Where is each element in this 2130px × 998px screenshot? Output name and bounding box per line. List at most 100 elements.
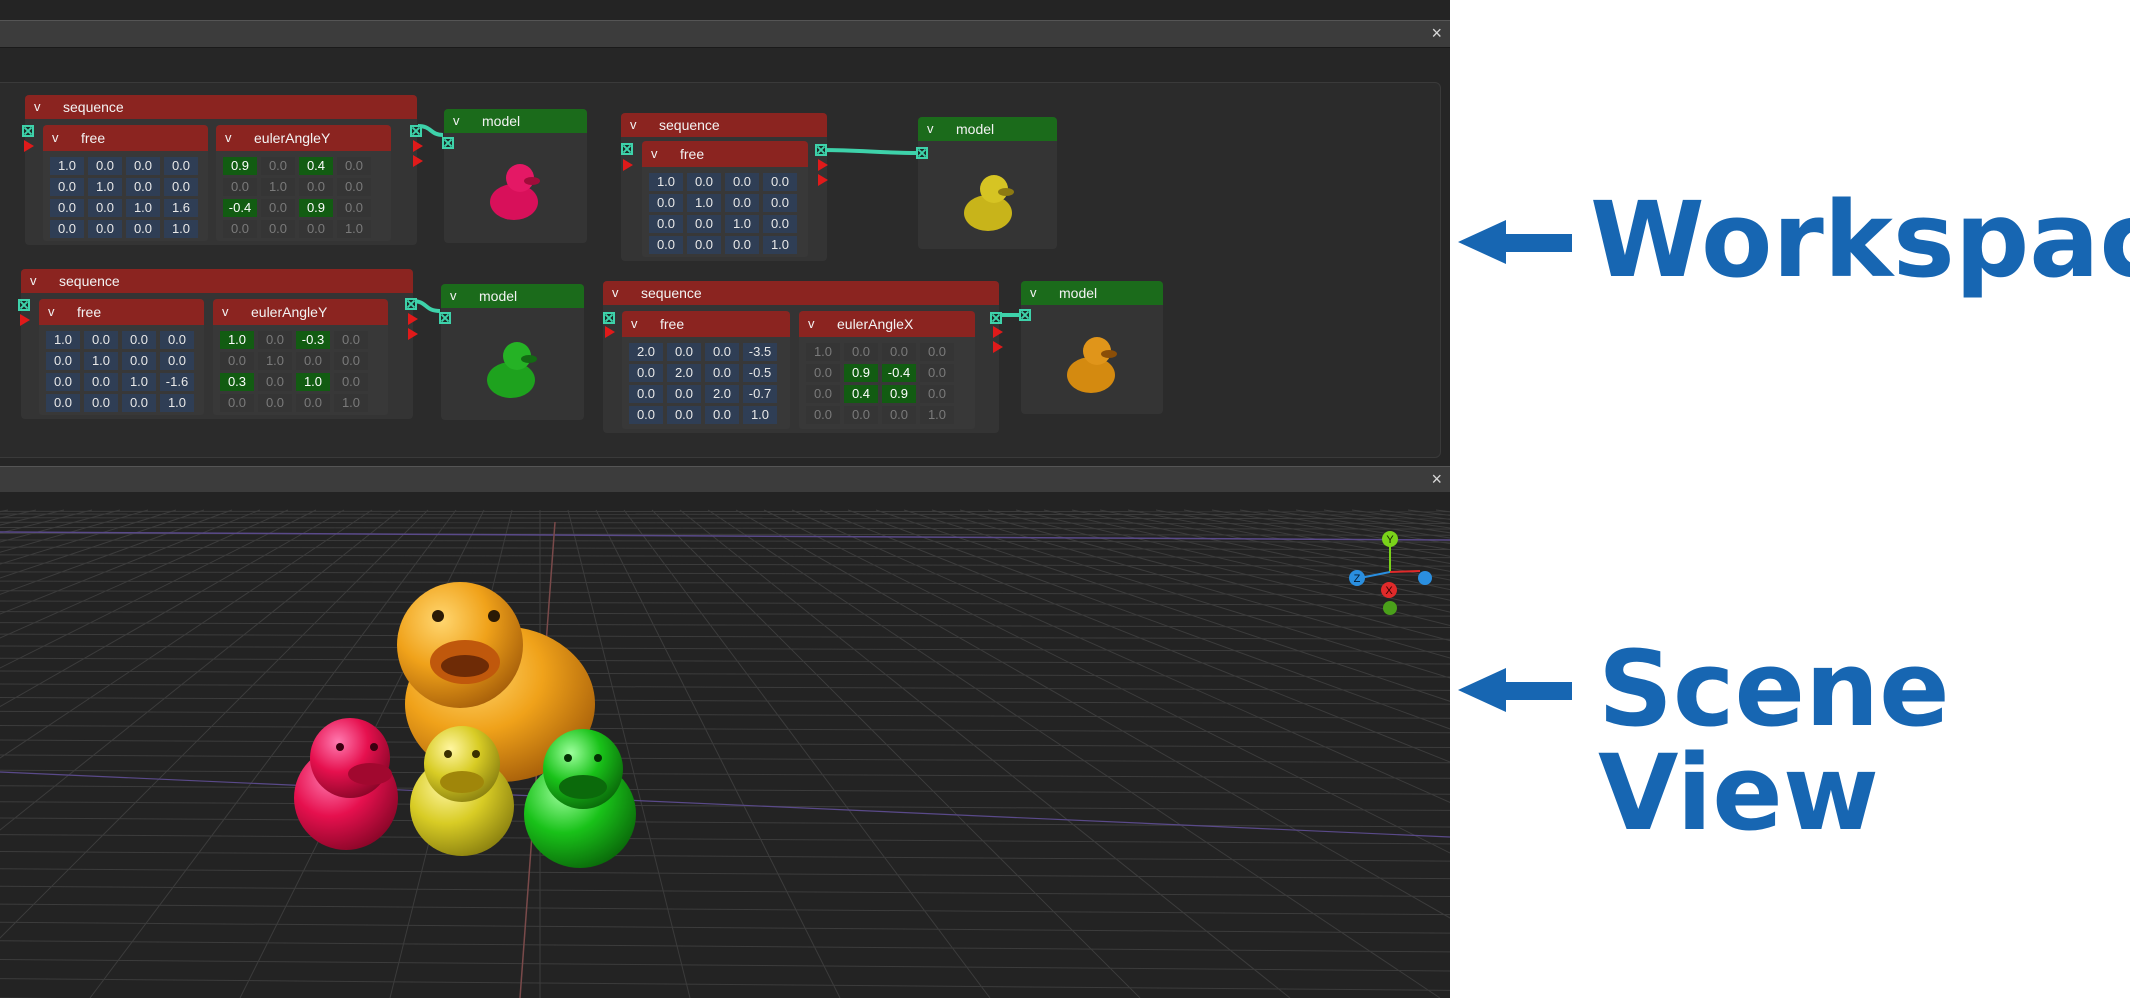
input-pin[interactable] (603, 312, 615, 324)
input-pin-arrow[interactable] (605, 326, 615, 338)
matrix-cell-1-3[interactable]: 0.0 (920, 364, 954, 382)
free-node-3-header[interactable]: v free (39, 299, 204, 325)
model-node-1[interactable]: v model (442, 109, 587, 243)
matrix-cell-3-2[interactable]: 0.0 (705, 406, 739, 424)
matrix-cell-0-3[interactable]: 0.0 (164, 157, 198, 175)
input-pin[interactable] (1019, 309, 1031, 321)
matrix-cell-2-1[interactable]: 0.4 (844, 385, 878, 403)
free-node-2[interactable]: v free 1.0 0.0 0.0 0.0 0.0 1.0 0.0 0.0 0.0 0.0 1.0 0… (642, 141, 808, 257)
collapse-toggle[interactable]: v (225, 125, 232, 151)
matrix-cell-0-1[interactable]: 0.0 (88, 157, 122, 175)
matrix-cell-1-0[interactable]: 0.0 (649, 194, 683, 212)
matrix-cell-2-3[interactable]: 0.0 (920, 385, 954, 403)
model-node-3-header[interactable]: v model (441, 284, 584, 308)
matrix-cell-3-1[interactable]: 0.0 (844, 406, 878, 424)
collapse-toggle[interactable]: v (630, 113, 637, 137)
matrix-cell-3-1[interactable]: 0.0 (667, 406, 701, 424)
sequence-node-2-header[interactable]: v sequence (621, 113, 827, 137)
matrix-cell-2-2[interactable]: 0.9 (882, 385, 916, 403)
output-pin-arrow[interactable] (413, 155, 423, 167)
collapse-toggle[interactable]: v (222, 299, 229, 325)
collapse-toggle[interactable]: v (450, 284, 457, 308)
workspace-close-icon[interactable]: × (1431, 23, 1442, 43)
input-pin-arrow[interactable] (24, 140, 34, 152)
matrix-cell-1-3[interactable]: 0.0 (337, 178, 371, 196)
matrix-cell-1-1[interactable]: 0.9 (844, 364, 878, 382)
input-pin[interactable] (22, 125, 34, 137)
free-node-4-header[interactable]: v free (622, 311, 790, 337)
matrix-cell-2-0[interactable]: 0.0 (806, 385, 840, 403)
output-pin-arrow[interactable] (993, 341, 1003, 353)
euler-node-3-header[interactable]: v eulerAngleY (213, 299, 388, 325)
matrix-cell-3-1[interactable]: 0.0 (261, 220, 295, 238)
matrix-cell-1-2[interactable]: 0.0 (296, 352, 330, 370)
input-pin[interactable] (916, 147, 928, 159)
matrix-cell-2-2[interactable]: 1.0 (296, 373, 330, 391)
matrix-cell-0-3[interactable]: 0.0 (160, 331, 194, 349)
matrix-cell-3-3[interactable]: 1.0 (160, 394, 194, 412)
matrix-cell-2-0[interactable]: 0.3 (220, 373, 254, 391)
output-pin-arrow[interactable] (408, 328, 418, 340)
matrix-cell-2-1[interactable]: 0.0 (687, 215, 721, 233)
matrix-cell-2-3[interactable]: 0.0 (763, 215, 797, 233)
matrix-cell-3-2[interactable]: 0.0 (299, 220, 333, 238)
matrix-cell-1-0[interactable]: 0.0 (220, 352, 254, 370)
matrix-cell-0-0[interactable]: 1.0 (806, 343, 840, 361)
matrix-cell-1-1[interactable]: 1.0 (88, 178, 122, 196)
matrix-cell-2-2[interactable]: 1.0 (126, 199, 160, 217)
matrix-cell-1-2[interactable]: 0.0 (725, 194, 759, 212)
matrix-cell-0-1[interactable]: 0.0 (667, 343, 701, 361)
euler-node-3[interactable]: v eulerAngleY 1.0 0.0 -0.3 0.0 0.0 1.0 0.0 0.0 0.… (213, 299, 388, 415)
matrix-cell-2-2[interactable]: 1.0 (122, 373, 156, 391)
matrix-cell-0-0[interactable]: 0.9 (223, 157, 257, 175)
matrix-cell-2-3[interactable]: 1.6 (164, 199, 198, 217)
matrix-cell-3-2[interactable]: 0.0 (122, 394, 156, 412)
matrix-cell-2-3[interactable]: -0.7 (743, 385, 777, 403)
matrix-cell-1-3[interactable]: 0.0 (160, 352, 194, 370)
matrix-cell-1-1[interactable]: 1.0 (84, 352, 118, 370)
input-pin-arrow[interactable] (623, 159, 633, 171)
input-pin[interactable] (442, 137, 454, 149)
matrix-cell-3-3[interactable]: 1.0 (743, 406, 777, 424)
model-node-2[interactable]: v model (916, 117, 1057, 249)
output-pin[interactable] (990, 312, 1002, 324)
matrix-cell-1-3[interactable]: 0.0 (334, 352, 368, 370)
collapse-toggle[interactable]: v (927, 117, 934, 141)
matrix-cell-3-2[interactable]: 0.0 (882, 406, 916, 424)
matrix-cell-3-0[interactable]: 0.0 (649, 236, 683, 254)
matrix-cell-2-0[interactable]: 0.0 (649, 215, 683, 233)
free-node-1-header[interactable]: v free (43, 125, 208, 151)
collapse-toggle[interactable]: v (48, 299, 55, 325)
scene-viewport[interactable]: Y Z X (0, 492, 1450, 998)
matrix-cell-0-3[interactable]: 0.0 (763, 173, 797, 191)
matrix-cell-0-3[interactable]: -3.5 (743, 343, 777, 361)
sequence-node-4-header[interactable]: v sequence (603, 281, 999, 305)
matrix-cell-0-1[interactable]: 0.0 (261, 157, 295, 175)
matrix-cell-2-1[interactable]: 0.0 (88, 199, 122, 217)
matrix-cell-3-2[interactable]: 0.0 (126, 220, 160, 238)
free-node-3[interactable]: v free 1.0 0.0 0.0 0.0 0.0 1.0 0.0 0.0 0.0 0.0 1.0-… (39, 299, 204, 415)
matrix-cell-1-2[interactable]: -0.4 (882, 364, 916, 382)
matrix-cell-0-3[interactable]: 0.0 (337, 157, 371, 175)
collapse-toggle[interactable]: v (651, 141, 658, 167)
matrix-cell-2-0[interactable]: 0.0 (46, 373, 80, 391)
matrix-cell-2-2[interactable]: 2.0 (705, 385, 739, 403)
output-pin[interactable] (815, 144, 827, 156)
collapse-toggle[interactable]: v (52, 125, 59, 151)
matrix-cell-3-0[interactable]: 0.0 (629, 406, 663, 424)
matrix-cell-1-0[interactable]: 0.0 (629, 364, 663, 382)
matrix-cell-3-1[interactable]: 0.0 (88, 220, 122, 238)
euler-node-4[interactable]: v eulerAngleX 1.0 0.0 0.0 0.0 0.0 0.9 -0.4 0.0 0.… (799, 311, 975, 429)
collapse-toggle[interactable]: v (30, 269, 37, 293)
matrix-cell-2-0[interactable]: 0.0 (50, 199, 84, 217)
input-pin[interactable] (439, 312, 451, 324)
free-node-1[interactable]: v free 1.0 0.0 0.0 0.0 0.0 1.0 0.0 0.0 0.0 0.0 1.0 1… (43, 125, 208, 241)
output-pin-arrow[interactable] (818, 159, 828, 171)
matrix-cell-1-3[interactable]: -0.5 (743, 364, 777, 382)
matrix-cell-0-2[interactable]: -0.3 (296, 331, 330, 349)
matrix-cell-0-0[interactable]: 1.0 (50, 157, 84, 175)
output-pin-arrow[interactable] (818, 174, 828, 186)
model-node-4-header[interactable]: v model (1021, 281, 1163, 305)
sequence-node-4[interactable]: v sequence v free 2.0 0.0 0.0 -3.5 0.0 2.0 0.0 -0… (603, 281, 1003, 433)
model-node-4[interactable]: v model (1019, 281, 1163, 414)
